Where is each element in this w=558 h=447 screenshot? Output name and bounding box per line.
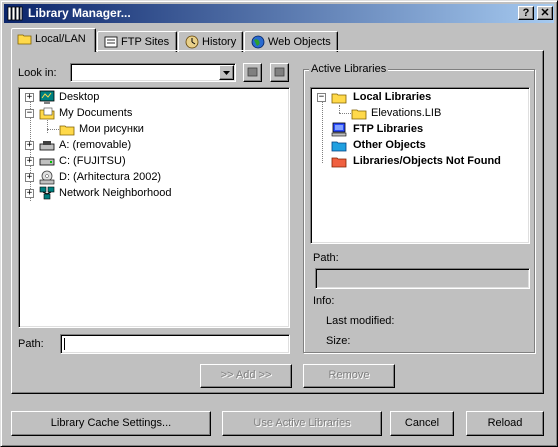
add-button[interactable]: >> Add >> [200,364,292,388]
tree-item-drive-a[interactable]: + A: (removable) [25,138,285,154]
tab-ftp-sites[interactable]: FTP Sites [97,31,177,52]
tree-item-label: Network Neighborhood [59,187,172,199]
tree-item-drive-c[interactable]: + C: (FUJITSU) [25,154,285,170]
collapse-toggle[interactable]: − [25,109,34,118]
tree-item-my-pictures[interactable]: Мои рисунки [42,122,282,138]
library-manager-window: Library Manager... ? ✕ Local/LAN FTP Sit… [0,0,558,447]
tree-item-label: Elevations.LIB [371,107,442,119]
new-folder-icon [274,67,285,77]
window-title: Library Manager... [28,6,131,20]
active-libraries-tree[interactable]: − Local Libraries Elevations.LIB FTP Lib… [310,87,530,244]
tab-label: Web Objects [268,36,331,48]
expand-toggle[interactable]: + [25,173,34,182]
reload-button[interactable]: Reload [466,411,544,436]
expand-toggle[interactable]: + [25,93,34,102]
new-folder-button[interactable] [270,63,289,82]
tab-history[interactable]: History [178,31,243,52]
globe-icon [250,35,266,49]
info-label: Info: [313,295,335,307]
tree-item-desktop[interactable]: + Desktop [25,90,285,106]
tree-item-ftp-libraries[interactable]: FTP Libraries [317,122,527,138]
close-button[interactable]: ✕ [537,6,553,20]
active-libraries-title: Active Libraries [309,63,389,75]
tree-item-label: My Documents [59,107,133,119]
tab-label: History [202,36,237,48]
folder-icon [331,90,347,105]
active-path-field [315,268,530,289]
active-path-label: Path: [313,252,339,264]
tree-item-label: D: (Arhitectura 2002) [59,171,162,183]
look-in-label: Look in: [18,67,57,79]
tree-item-drive-d[interactable]: + D: (Arhitectura 2002) [25,170,285,186]
tree-item-label: Desktop [59,91,100,103]
my-documents-icon [39,106,55,121]
library-cache-settings-button[interactable]: Library Cache Settings... [11,411,211,436]
help-button[interactable]: ? [518,6,534,20]
browser-path-input[interactable] [60,334,290,354]
tab-local-lan[interactable]: Local/LAN [11,28,96,52]
history-icon [184,35,200,49]
collapse-toggle[interactable]: − [317,93,326,102]
chevron-down-icon [223,71,230,75]
tree-item-label: Libraries/Objects Not Found [353,155,501,167]
use-active-libraries-button[interactable]: Use Active Libraries [222,411,382,436]
expand-toggle[interactable]: + [25,141,34,150]
tree-item-not-found[interactable]: Libraries/Objects Not Found [317,154,527,170]
expand-toggle[interactable]: + [25,157,34,166]
title-bar[interactable]: Library Manager... ? ✕ [4,4,554,23]
tree-item-label: A: (removable) [59,139,132,151]
expand-toggle[interactable]: + [25,189,34,198]
look-in-dropdown[interactable] [70,63,236,82]
folder-icon [17,32,33,46]
tree-item-label: FTP Libraries [353,123,424,135]
network-icon [39,186,55,201]
tree-item-local-libraries[interactable]: − Local Libraries [317,90,527,106]
library-books-icon [7,6,23,21]
folder-icon [59,122,75,137]
size-label: Size: [326,335,351,347]
tab-web-objects[interactable]: Web Objects [244,31,338,52]
folder-icon [351,106,367,121]
floppy-drive-icon [39,138,55,153]
other-objects-icon [331,138,347,153]
last-modified-label: Last modified: [326,315,395,327]
ftp-icon [103,35,119,49]
up-folder-icon [247,67,258,77]
hard-drive-icon [39,154,55,169]
tree-item-label: Мои рисунки [79,123,144,135]
tree-item-elevations-lib[interactable]: Elevations.LIB [334,106,524,122]
tree-item-network-neighborhood[interactable]: + Network Neighborhood [25,186,285,202]
browser-path-label: Path: [18,338,44,350]
cd-drive-icon [39,170,55,185]
tab-label: FTP Sites [121,36,170,48]
tree-item-label: Other Objects [353,139,426,151]
tree-item-label: Local Libraries [353,91,432,103]
tree-item-my-documents[interactable]: − My Documents [25,106,285,122]
tab-label: Local/LAN [35,33,86,45]
up-folder-button[interactable] [243,63,262,82]
text-cursor [64,338,65,350]
ftp-library-icon [331,122,347,137]
desktop-icon [39,90,55,105]
folder-tree[interactable]: + Desktop − My Documents Мои рисунки + A… [18,87,290,328]
not-found-icon [331,154,347,169]
tree-item-label: C: (FUJITSU) [59,155,126,167]
remove-button[interactable]: Remove [303,364,395,388]
cancel-button[interactable]: Cancel [390,411,454,436]
dropdown-arrow-button[interactable] [219,65,234,80]
tree-item-other-objects[interactable]: Other Objects [317,138,527,154]
